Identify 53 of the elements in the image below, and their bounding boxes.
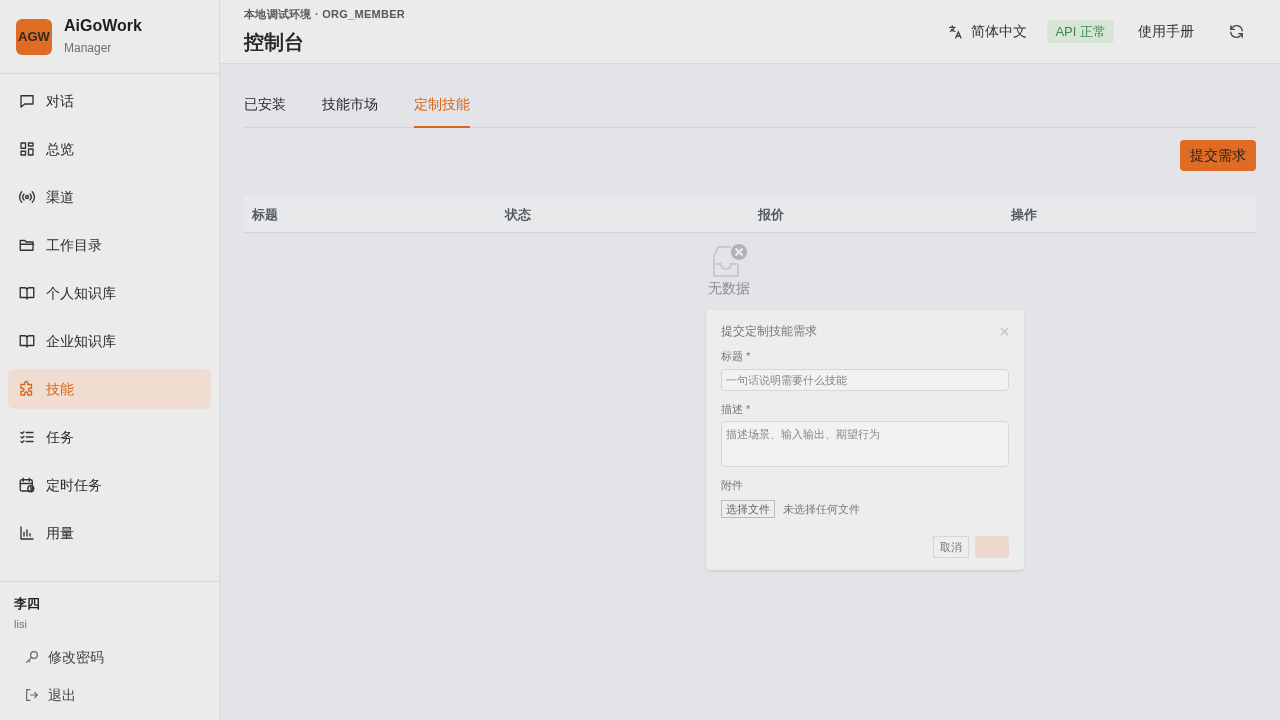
breadcrumb: 本地调试环境 · ORG_MEMBER — [244, 7, 407, 23]
column-header: 操作 — [1010, 205, 1038, 224]
column-header: 报价 — [756, 205, 785, 224]
close-icon — [1000, 326, 1009, 336]
app-name: AiGoWork — [64, 15, 142, 36]
choose-file-button[interactable]: 选择文件 — [721, 499, 775, 518]
key-icon — [24, 649, 40, 665]
nav-item[interactable]: 任务 — [8, 417, 211, 457]
dialog-title: 提交定制技能需求 — [721, 323, 817, 340]
nav-item[interactable]: 工作目录 — [8, 225, 211, 265]
close-button[interactable] — [1000, 326, 1009, 336]
manual-link[interactable]: 使用手册 — [1138, 21, 1194, 42]
cancel-button[interactable]: 取消 — [933, 536, 969, 558]
nav-item[interactable]: 渠道 — [8, 177, 211, 217]
chat-icon — [18, 92, 36, 110]
nav-item[interactable]: 对话 — [8, 81, 211, 121]
tab[interactable]: 技能市场 — [322, 94, 378, 128]
translate-icon — [947, 23, 964, 40]
app-role: Manager — [64, 39, 113, 57]
field-label: 标题 * — [721, 349, 751, 364]
title-input[interactable]: 一句话说明需要什么技能 — [721, 368, 1009, 391]
nav-item[interactable]: 用量 — [8, 513, 211, 553]
logout-icon — [24, 687, 40, 703]
empty-text: 无数据 — [708, 279, 750, 298]
nav-item[interactable]: 个人知识库 — [8, 273, 211, 313]
field-label: 附件 — [721, 478, 743, 493]
refresh-icon — [1227, 23, 1245, 40]
nav-item[interactable]: 总览 — [8, 129, 211, 169]
checklist-icon — [18, 428, 36, 446]
change-password-button[interactable]: 修改密码 — [16, 640, 203, 674]
nav-item[interactable]: 定时任务 — [8, 465, 211, 505]
calendar-clock-icon — [18, 476, 36, 494]
tab[interactable]: 已安装 — [244, 94, 286, 128]
description-input[interactable]: 描述场景、输入输出、期望行为 — [721, 421, 1009, 467]
user-login: lisi — [13, 616, 28, 632]
logo-badge: AGW — [16, 18, 52, 55]
confirm-button[interactable] — [975, 536, 1009, 558]
logout-button[interactable]: 退出 — [16, 678, 203, 712]
language-button[interactable]: 简体中文 — [947, 21, 1028, 42]
api-status-badge: API 正常 — [1047, 19, 1114, 44]
page-title: 控制台 — [244, 29, 305, 55]
file-status: 未选择任何文件 — [783, 501, 860, 517]
column-header: 状态 — [503, 205, 532, 224]
book-icon — [18, 284, 36, 302]
field-label: 描述 * — [721, 401, 751, 417]
nav-item[interactable]: 企业知识库 — [8, 321, 211, 361]
bar-chart-icon — [18, 524, 36, 542]
broadcast-icon — [18, 188, 36, 206]
book-icon — [18, 332, 36, 350]
submit-request-button[interactable]: 提交需求 — [1180, 140, 1256, 171]
column-header: 标题 — [251, 205, 279, 224]
grid-icon — [18, 140, 36, 158]
user-name: 李四 — [13, 595, 41, 613]
